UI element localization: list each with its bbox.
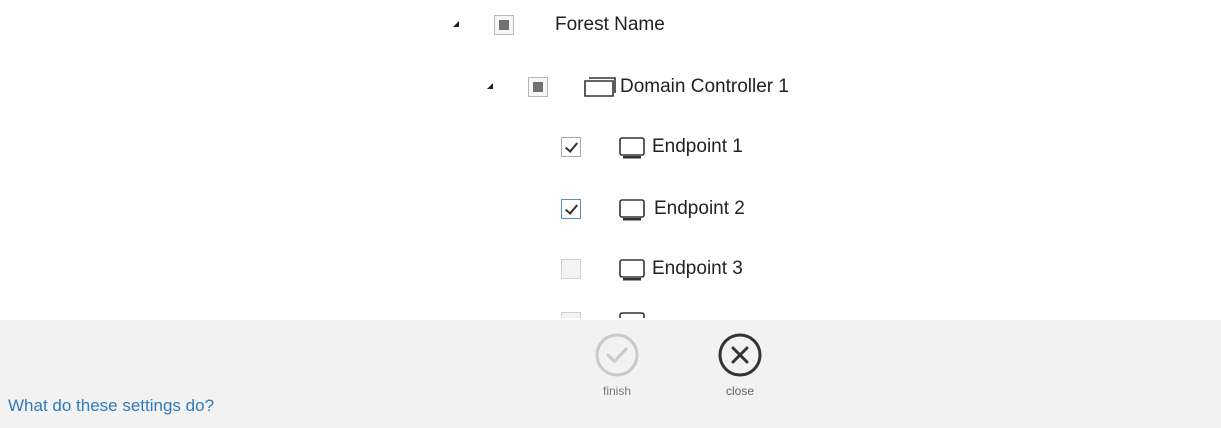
finish-button[interactable]: finish bbox=[577, 332, 657, 398]
help-link[interactable]: What do these settings do? bbox=[8, 396, 214, 416]
forest-label: Forest Name bbox=[555, 14, 665, 35]
computer-icon bbox=[619, 199, 645, 221]
endpoint-1-checkbox[interactable] bbox=[561, 137, 581, 157]
endpoint-2-checkbox[interactable] bbox=[561, 199, 581, 219]
folder-icon bbox=[584, 77, 616, 97]
footer-bar: What do these settings do? finish close bbox=[0, 320, 1221, 428]
endpoint-1-label: Endpoint 1 bbox=[652, 136, 743, 157]
domain-controller-checkbox[interactable] bbox=[528, 77, 548, 97]
computer-icon bbox=[619, 312, 645, 318]
domain-controller-label: Domain Controller 1 bbox=[620, 76, 789, 97]
close-icon bbox=[718, 333, 762, 377]
expand-arrow-icon[interactable] bbox=[487, 83, 493, 89]
computer-icon bbox=[619, 259, 645, 281]
finish-label: finish bbox=[602, 384, 631, 398]
endpoint-3-label: Endpoint 3 bbox=[652, 258, 743, 279]
endpoint-3-checkbox[interactable] bbox=[561, 259, 581, 279]
check-circle-icon bbox=[595, 333, 639, 377]
clipped-checkbox bbox=[561, 312, 581, 318]
endpoint-2-label: Endpoint 2 bbox=[654, 198, 745, 219]
computer-icon bbox=[619, 137, 645, 159]
expand-arrow-icon[interactable] bbox=[453, 21, 459, 27]
close-button[interactable]: close bbox=[700, 332, 780, 398]
close-label: close bbox=[725, 384, 754, 398]
tree-view: Forest Name Domain Controller 1 Endpoint… bbox=[0, 0, 1221, 318]
forest-checkbox[interactable] bbox=[494, 15, 514, 35]
